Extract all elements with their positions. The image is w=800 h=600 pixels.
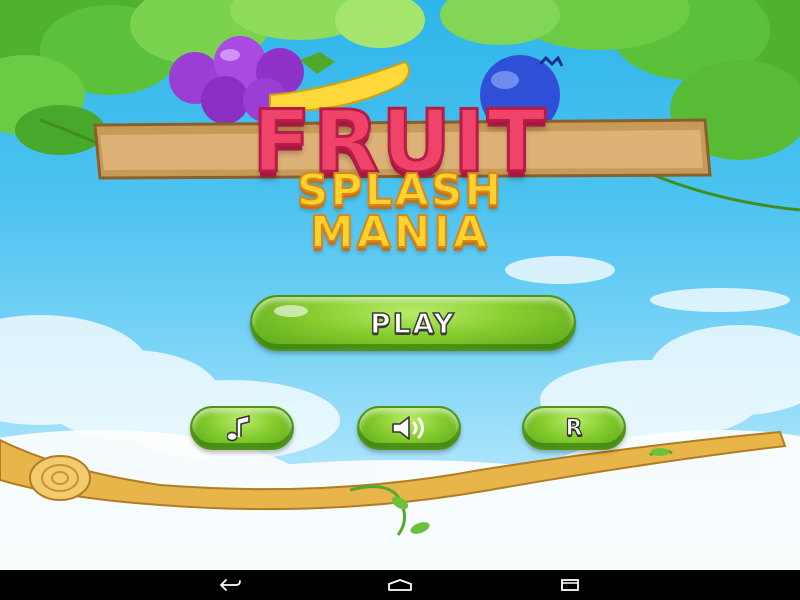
- restart-button[interactable]: R: [522, 406, 626, 450]
- home-icon: [388, 579, 412, 591]
- navigation-bar: [0, 570, 800, 600]
- back-icon: [220, 579, 241, 591]
- back-button[interactable]: [200, 570, 260, 600]
- music-note-icon: [227, 415, 250, 442]
- sound-button[interactable]: [357, 406, 461, 450]
- tree-branch: [0, 430, 787, 536]
- recents-icon: [561, 579, 579, 591]
- home-button[interactable]: [370, 570, 430, 600]
- branch-stump: [29, 455, 91, 501]
- restart-label: R: [565, 415, 583, 441]
- recents-button[interactable]: [540, 570, 600, 600]
- music-button[interactable]: [190, 406, 294, 450]
- speaker-icon: [392, 416, 424, 440]
- game-scene: FRUIT SPLASH MANIA PLAY R: [0, 0, 800, 570]
